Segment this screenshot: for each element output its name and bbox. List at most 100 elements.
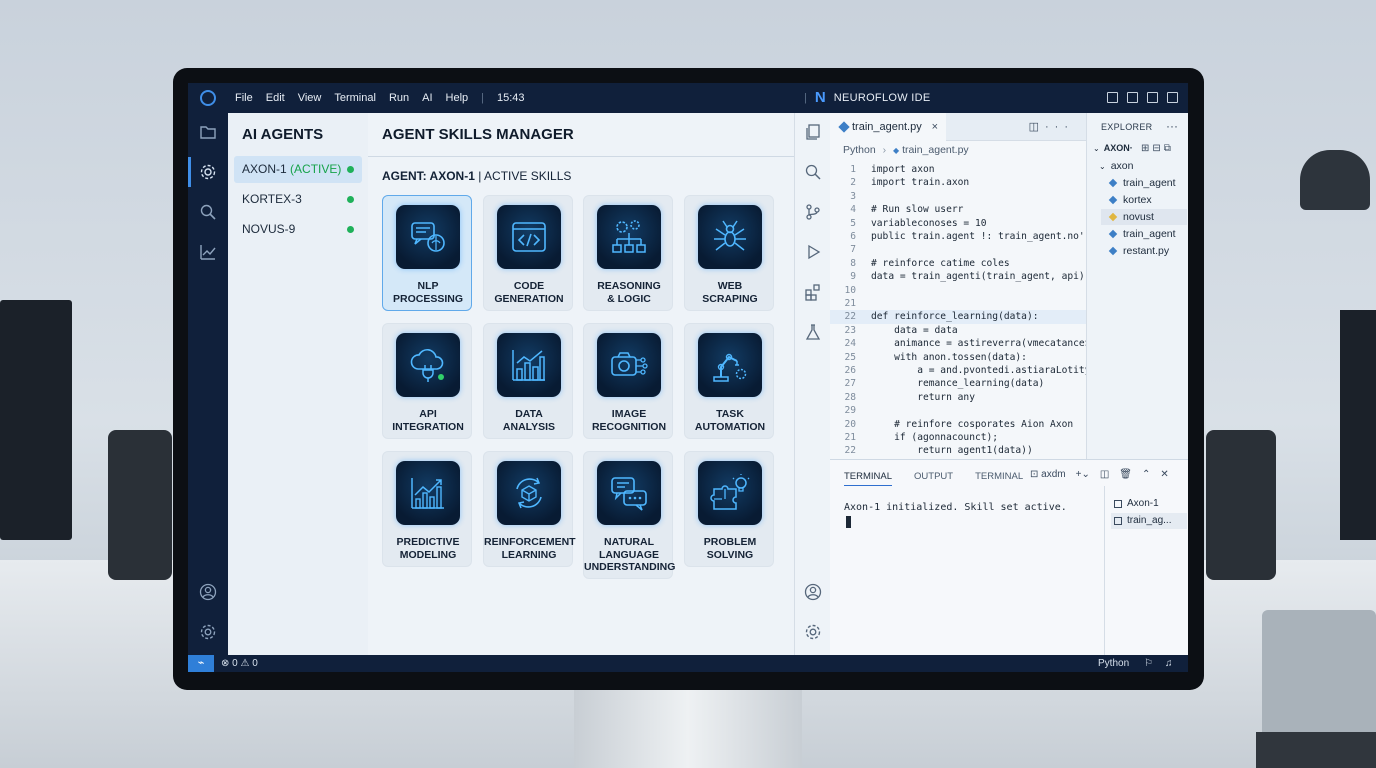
testing-flask-icon[interactable] [804, 323, 822, 341]
feedback-icon[interactable]: ⚐ [1144, 658, 1165, 669]
skill-card-image-recognition[interactable]: IMAGE RECOGNITION [583, 323, 673, 439]
skill-card-reinforcement-learning[interactable]: REINFORCEMENT LEARNING [483, 451, 576, 567]
more-actions-icon[interactable]: ··· [1045, 121, 1074, 133]
agent-item-kortex-3[interactable]: KORTEX-3 [234, 186, 362, 213]
code-line[interactable]: 24 animance = astireverra(vmecatance$ [830, 337, 1086, 350]
tab-terminal-2[interactable]: TERMINAL [975, 471, 1023, 486]
file-item[interactable]: train_agent [1101, 226, 1187, 242]
skill-card-task-automation[interactable]: TASK AUTOMATION [684, 323, 774, 439]
terminal-session[interactable]: train_ag... [1111, 513, 1187, 529]
code-line[interactable]: 10 [830, 284, 1086, 297]
menu-help[interactable]: Help [446, 92, 469, 104]
new-terminal-icon[interactable]: +⌄ [1076, 469, 1090, 480]
code-line[interactable]: 28 return any [830, 391, 1086, 404]
bell-icon[interactable]: ♫ [1165, 658, 1185, 669]
file-item[interactable]: restant.py [1101, 243, 1187, 259]
source-control-icon[interactable] [804, 203, 822, 221]
breadcrumb-language[interactable]: Python [843, 144, 876, 156]
menu-terminal[interactable]: Terminal [334, 92, 376, 104]
terminal-output[interactable]: Axon-1 initialized. Skill set active. [844, 502, 1067, 513]
files-icon[interactable] [804, 123, 822, 141]
account-icon[interactable] [199, 583, 217, 601]
code-line[interactable]: 20 # reinfore cosporates Aion Axon [830, 418, 1086, 431]
code-line[interactable]: 1 import axon [830, 163, 1086, 176]
code-line[interactable]: 2 import train.axon [830, 176, 1086, 189]
toggle-panel-icon[interactable] [1127, 92, 1138, 103]
run-debug-icon[interactable] [804, 243, 822, 261]
new-file-icon[interactable]: ⊞ [1141, 143, 1152, 154]
skill-card-api-integration[interactable]: API INTEGRATION [382, 323, 472, 439]
search-icon[interactable] [804, 163, 822, 181]
menu-ai[interactable]: AI [422, 92, 432, 104]
folder-axon[interactable]: ⌄ axon [1099, 160, 1133, 172]
remote-icon[interactable]: ⌁ [188, 655, 214, 672]
skill-card-natural-language-understanding[interactable]: NATURAL LANGUAGE UNDERSTANDING [583, 451, 675, 579]
code-line[interactable]: 27 remance_learning(data) [830, 377, 1086, 390]
code-line[interactable]: 3 [830, 190, 1086, 203]
code-line[interactable]: 7 [830, 243, 1086, 256]
extensions-icon[interactable] [804, 283, 822, 301]
menu-edit[interactable]: Edit [266, 92, 285, 104]
tab-terminal[interactable]: TERMINAL [844, 471, 893, 486]
code-line[interactable]: 29 [830, 404, 1086, 417]
menu-file[interactable]: File [235, 92, 253, 104]
tab-train-agent[interactable]: train_agent.py × [830, 113, 946, 141]
menu-view[interactable]: View [298, 92, 322, 104]
problems-indicator[interactable]: ⊗ 0 ⚠ 0 [221, 655, 258, 672]
skill-card-web-scraping[interactable]: WEB SCRAPING [684, 195, 774, 311]
menu-run[interactable]: Run [389, 92, 409, 104]
code-line[interactable]: 26 a = and.pvontedi.astiaraLotity [830, 364, 1086, 377]
toggle-sidebar-icon[interactable] [1107, 92, 1118, 103]
code-line[interactable]: 22 def reinforce_learning(data): [830, 310, 1086, 324]
skill-label: TASK AUTOMATION [694, 408, 766, 433]
collapse-icon[interactable]: ⧉ [1164, 143, 1174, 154]
settings-gear-icon[interactable] [804, 623, 822, 641]
code-line[interactable]: 25 with anon.tossen(data): [830, 351, 1086, 364]
code-editor[interactable]: 1 import axon 2 import train.axon 3 4 # Run sl… [830, 159, 1086, 459]
toggle-secondary-sidebar-icon[interactable] [1147, 92, 1158, 103]
split-terminal-icon[interactable]: ◫ [1100, 469, 1109, 480]
breadcrumb-file[interactable]: train_agent.py [902, 144, 969, 156]
close-icon[interactable]: × [932, 113, 938, 141]
close-panel-icon[interactable]: ✕ [1160, 469, 1168, 480]
shell-select[interactable]: ⊡ axdm [1030, 469, 1066, 480]
customize-layout-icon[interactable] [1167, 92, 1178, 103]
file-item[interactable]: kortex [1101, 192, 1187, 208]
code-line[interactable]: 8 # reinforce catime coles [830, 257, 1086, 270]
trash-icon[interactable]: 🗑 [1119, 469, 1132, 480]
settings-gear-icon[interactable] [199, 623, 217, 641]
file-item[interactable]: train_agent [1101, 175, 1187, 191]
skill-card-problem-solving[interactable]: PROBLEM SOLVING [684, 451, 774, 567]
maximize-panel-icon[interactable]: ⌃ [1142, 469, 1150, 480]
menu-bar: File Edit View Terminal Run AI Help | 15… [235, 92, 525, 104]
skill-card-code-generation[interactable]: CODE GENERATION [483, 195, 573, 311]
app-logo-icon[interactable] [200, 90, 216, 106]
code-line[interactable]: 21 if (agonnacounct); [830, 431, 1086, 444]
agent-item-novus-9[interactable]: NOVUS-9 [234, 216, 362, 243]
gear-icon[interactable] [199, 163, 217, 181]
tab-output[interactable]: OUTPUT [914, 471, 953, 486]
code-line[interactable]: 23 data = data [830, 324, 1086, 337]
terminal-session[interactable]: Axon-1 [1111, 496, 1187, 512]
skill-card-predictive-modeling[interactable]: PREDICTIVE MODELING [382, 451, 472, 567]
code-line[interactable]: 22 return agent1(data)) [830, 444, 1086, 457]
search-icon[interactable] [199, 203, 217, 221]
folder-icon[interactable] [199, 123, 217, 141]
workspace-header[interactable]: ⌄ AXON· ⊞⊟⧉ [1093, 143, 1187, 157]
code-line[interactable]: 9 data = train_agenti(train_agent, api)) [830, 270, 1086, 283]
file-item[interactable]: novust [1101, 209, 1187, 225]
split-editor-icon[interactable]: ◫ [1029, 121, 1045, 133]
account-icon[interactable] [804, 583, 822, 601]
agent-item-axon-1[interactable]: AXON-1 (ACTIVE) [234, 156, 362, 183]
skill-card-data-analysis[interactable]: DATA ANALYSIS [483, 323, 573, 439]
skill-card-reasoning-logic[interactable]: REASONING & LOGIC [583, 195, 673, 311]
more-actions-icon[interactable]: ··· [1166, 119, 1178, 133]
analytics-icon[interactable] [199, 243, 217, 261]
new-folder-icon[interactable]: ⊟ [1152, 143, 1163, 154]
language-mode[interactable]: Python [1098, 655, 1129, 672]
code-line[interactable]: 21 [830, 297, 1086, 310]
code-line[interactable]: 5 variableconoses = 10 [830, 217, 1086, 230]
code-line[interactable]: 6 public train.agent !: train_agent.no'() [830, 230, 1086, 243]
skill-card-nlp-processing[interactable]: NLP PROCESSING [382, 195, 472, 311]
code-line[interactable]: 4 # Run slow userr [830, 203, 1086, 216]
